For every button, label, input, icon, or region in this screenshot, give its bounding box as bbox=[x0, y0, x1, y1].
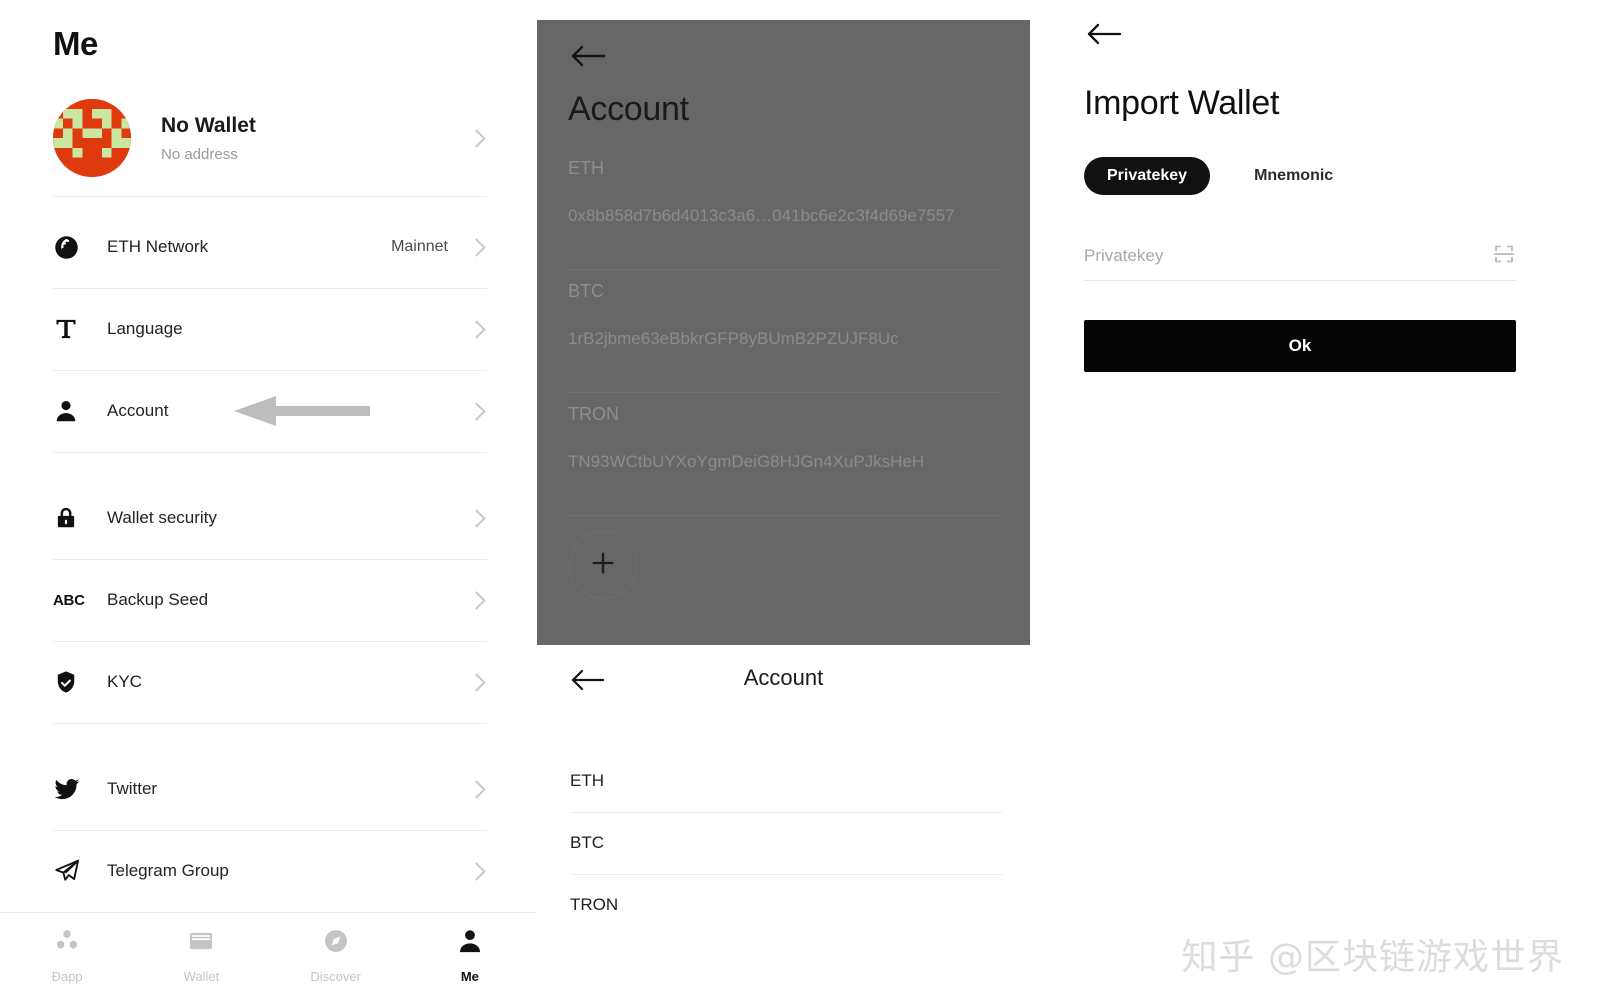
tab-label: Discover bbox=[310, 969, 361, 984]
account-list-item-label: ETH bbox=[570, 771, 604, 790]
pointer-annotation-arrow bbox=[228, 393, 370, 429]
settings-item-label: ETH Network bbox=[107, 237, 209, 256]
qr-scan-icon[interactable] bbox=[1492, 242, 1516, 271]
account-list-item-label: TRON bbox=[570, 895, 619, 914]
account-list-item[interactable]: ETH bbox=[570, 750, 1002, 812]
settings-item-backup-seed[interactable]: ABC Backup Seed bbox=[53, 572, 487, 628]
settings-item-label: Twitter bbox=[107, 779, 158, 798]
wallet-texts: No Wallet No address bbox=[161, 113, 470, 163]
tab-wallet[interactable]: Wallet bbox=[134, 927, 268, 984]
bottom-tab-bar: Ðapp Wallet Discover Me bbox=[0, 912, 537, 1008]
abc-icon: ABC bbox=[53, 591, 85, 609]
person-icon bbox=[456, 927, 484, 960]
account-entry-address: 1rB2jbme63eBbkrGFP8yBUmB2PZUJF8Uc bbox=[568, 329, 899, 348]
tab-label: Me bbox=[460, 969, 479, 984]
shield-check-icon bbox=[53, 669, 87, 695]
settings-item-kyc[interactable]: KYC bbox=[53, 654, 487, 710]
divider bbox=[53, 196, 487, 197]
account-entry-label: TRON bbox=[568, 404, 619, 424]
add-account-button[interactable] bbox=[569, 531, 637, 599]
globe-icon bbox=[53, 234, 87, 261]
divider bbox=[53, 559, 487, 560]
back-arrow-icon[interactable] bbox=[569, 42, 607, 75]
tab-dapp[interactable]: Ðapp bbox=[0, 927, 134, 984]
account-list-item[interactable]: TRON bbox=[570, 874, 1002, 936]
privatekey-input[interactable] bbox=[1084, 246, 1492, 266]
person-icon bbox=[53, 398, 87, 424]
account-list-item-label: BTC bbox=[570, 833, 604, 852]
account-entry-tron[interactable]: TRON TN93WCtbUYXoYgmDeiG8HJGn4XuPJksHeH bbox=[568, 404, 1000, 472]
wallet-address: No address bbox=[161, 146, 238, 164]
account-list-item[interactable]: BTC bbox=[570, 812, 1002, 874]
divider bbox=[568, 269, 1000, 270]
settings-item-label: Backup Seed bbox=[107, 590, 209, 609]
divider bbox=[53, 830, 487, 831]
account-list-panel: Account ETH BTC TRON bbox=[537, 645, 1030, 1008]
plus-icon bbox=[589, 549, 617, 582]
panel-title: Account bbox=[568, 90, 689, 128]
back-arrow-icon[interactable] bbox=[1085, 20, 1123, 53]
tab-mnemonic[interactable]: Mnemonic bbox=[1252, 157, 1335, 195]
chevron-right-icon bbox=[467, 319, 486, 339]
privatekey-field-row bbox=[1084, 232, 1516, 281]
tab-privatekey[interactable]: Privatekey bbox=[1084, 157, 1211, 195]
settings-item-wallet-security[interactable]: Wallet security bbox=[53, 490, 487, 546]
settings-item-label: KYC bbox=[107, 672, 142, 691]
tab-label: Ðapp bbox=[51, 969, 83, 984]
divider bbox=[53, 723, 487, 724]
chevron-right-icon bbox=[467, 672, 486, 692]
settings-item-label: Language bbox=[107, 319, 183, 338]
divider bbox=[53, 641, 487, 642]
settings-item-value: Mainnet bbox=[391, 238, 448, 255]
settings-item-label: Wallet security bbox=[107, 508, 217, 527]
page-title: Import Wallet bbox=[1084, 84, 1280, 122]
chevron-right-icon bbox=[467, 779, 486, 799]
watermark: 知乎 @区块链游戏世界 bbox=[1181, 937, 1564, 978]
lock-icon bbox=[53, 505, 87, 531]
divider bbox=[53, 370, 487, 371]
telegram-icon bbox=[53, 857, 87, 885]
dapp-icon bbox=[53, 927, 81, 960]
settings-item-label: Telegram Group bbox=[107, 861, 229, 880]
wallet-icon bbox=[187, 927, 215, 960]
account-entry-label: BTC bbox=[568, 281, 604, 301]
import-wallet-panel: Import Wallet Privatekey Mnemonic Ok 知乎 … bbox=[1030, 0, 1600, 1008]
wallet-name: No Wallet bbox=[161, 113, 256, 137]
divider bbox=[53, 288, 487, 289]
ok-button[interactable]: Ok bbox=[1084, 320, 1516, 372]
account-entry-address: 0x8b858d7b6d4013c3a6…041bc6e2c3f4d69e755… bbox=[568, 206, 955, 225]
avatar bbox=[53, 99, 131, 177]
divider bbox=[568, 392, 1000, 393]
panel-title: Account bbox=[743, 665, 824, 690]
chevron-right-icon bbox=[467, 861, 486, 881]
tab-me[interactable]: Me bbox=[403, 927, 537, 984]
compass-icon bbox=[322, 927, 350, 960]
settings-item-eth-network[interactable]: ETH Network Mainnet bbox=[53, 219, 487, 275]
settings-item-telegram-group[interactable]: Telegram Group bbox=[53, 843, 487, 899]
me-screen-panel: Me No Wallet No address ETH Network Main… bbox=[0, 0, 537, 1008]
chevron-right-icon bbox=[467, 508, 486, 528]
chevron-right-icon bbox=[467, 401, 486, 421]
chevron-right-icon bbox=[467, 237, 486, 257]
account-entry-eth[interactable]: ETH 0x8b858d7b6d4013c3a6…041bc6e2c3f4d69… bbox=[568, 158, 1000, 226]
tab-discover[interactable]: Discover bbox=[269, 927, 403, 984]
text-t-icon bbox=[53, 316, 87, 342]
account-overlay-panel: Account ETH 0x8b858d7b6d4013c3a6…041bc6e… bbox=[537, 20, 1030, 645]
chevron-right-icon bbox=[467, 128, 486, 148]
account-entry-btc[interactable]: BTC 1rB2jbme63eBbkrGFP8yBUmB2PZUJF8Uc bbox=[568, 281, 1000, 349]
page-title: Me bbox=[53, 25, 98, 62]
settings-item-twitter[interactable]: Twitter bbox=[53, 761, 487, 817]
twitter-icon bbox=[53, 775, 87, 803]
tab-label: Wallet bbox=[183, 969, 220, 984]
account-entry-address: TN93WCtbUYXoYgmDeiG8HJGn4XuPJksHeH bbox=[568, 452, 925, 471]
import-method-tabs: Privatekey Mnemonic bbox=[1084, 157, 1335, 195]
divider bbox=[53, 452, 487, 453]
wallet-header-row[interactable]: No Wallet No address bbox=[53, 98, 487, 178]
account-entry-label: ETH bbox=[568, 158, 604, 178]
settings-item-language[interactable]: Language bbox=[53, 301, 487, 357]
chevron-right-icon bbox=[467, 590, 486, 610]
divider bbox=[568, 515, 1000, 516]
